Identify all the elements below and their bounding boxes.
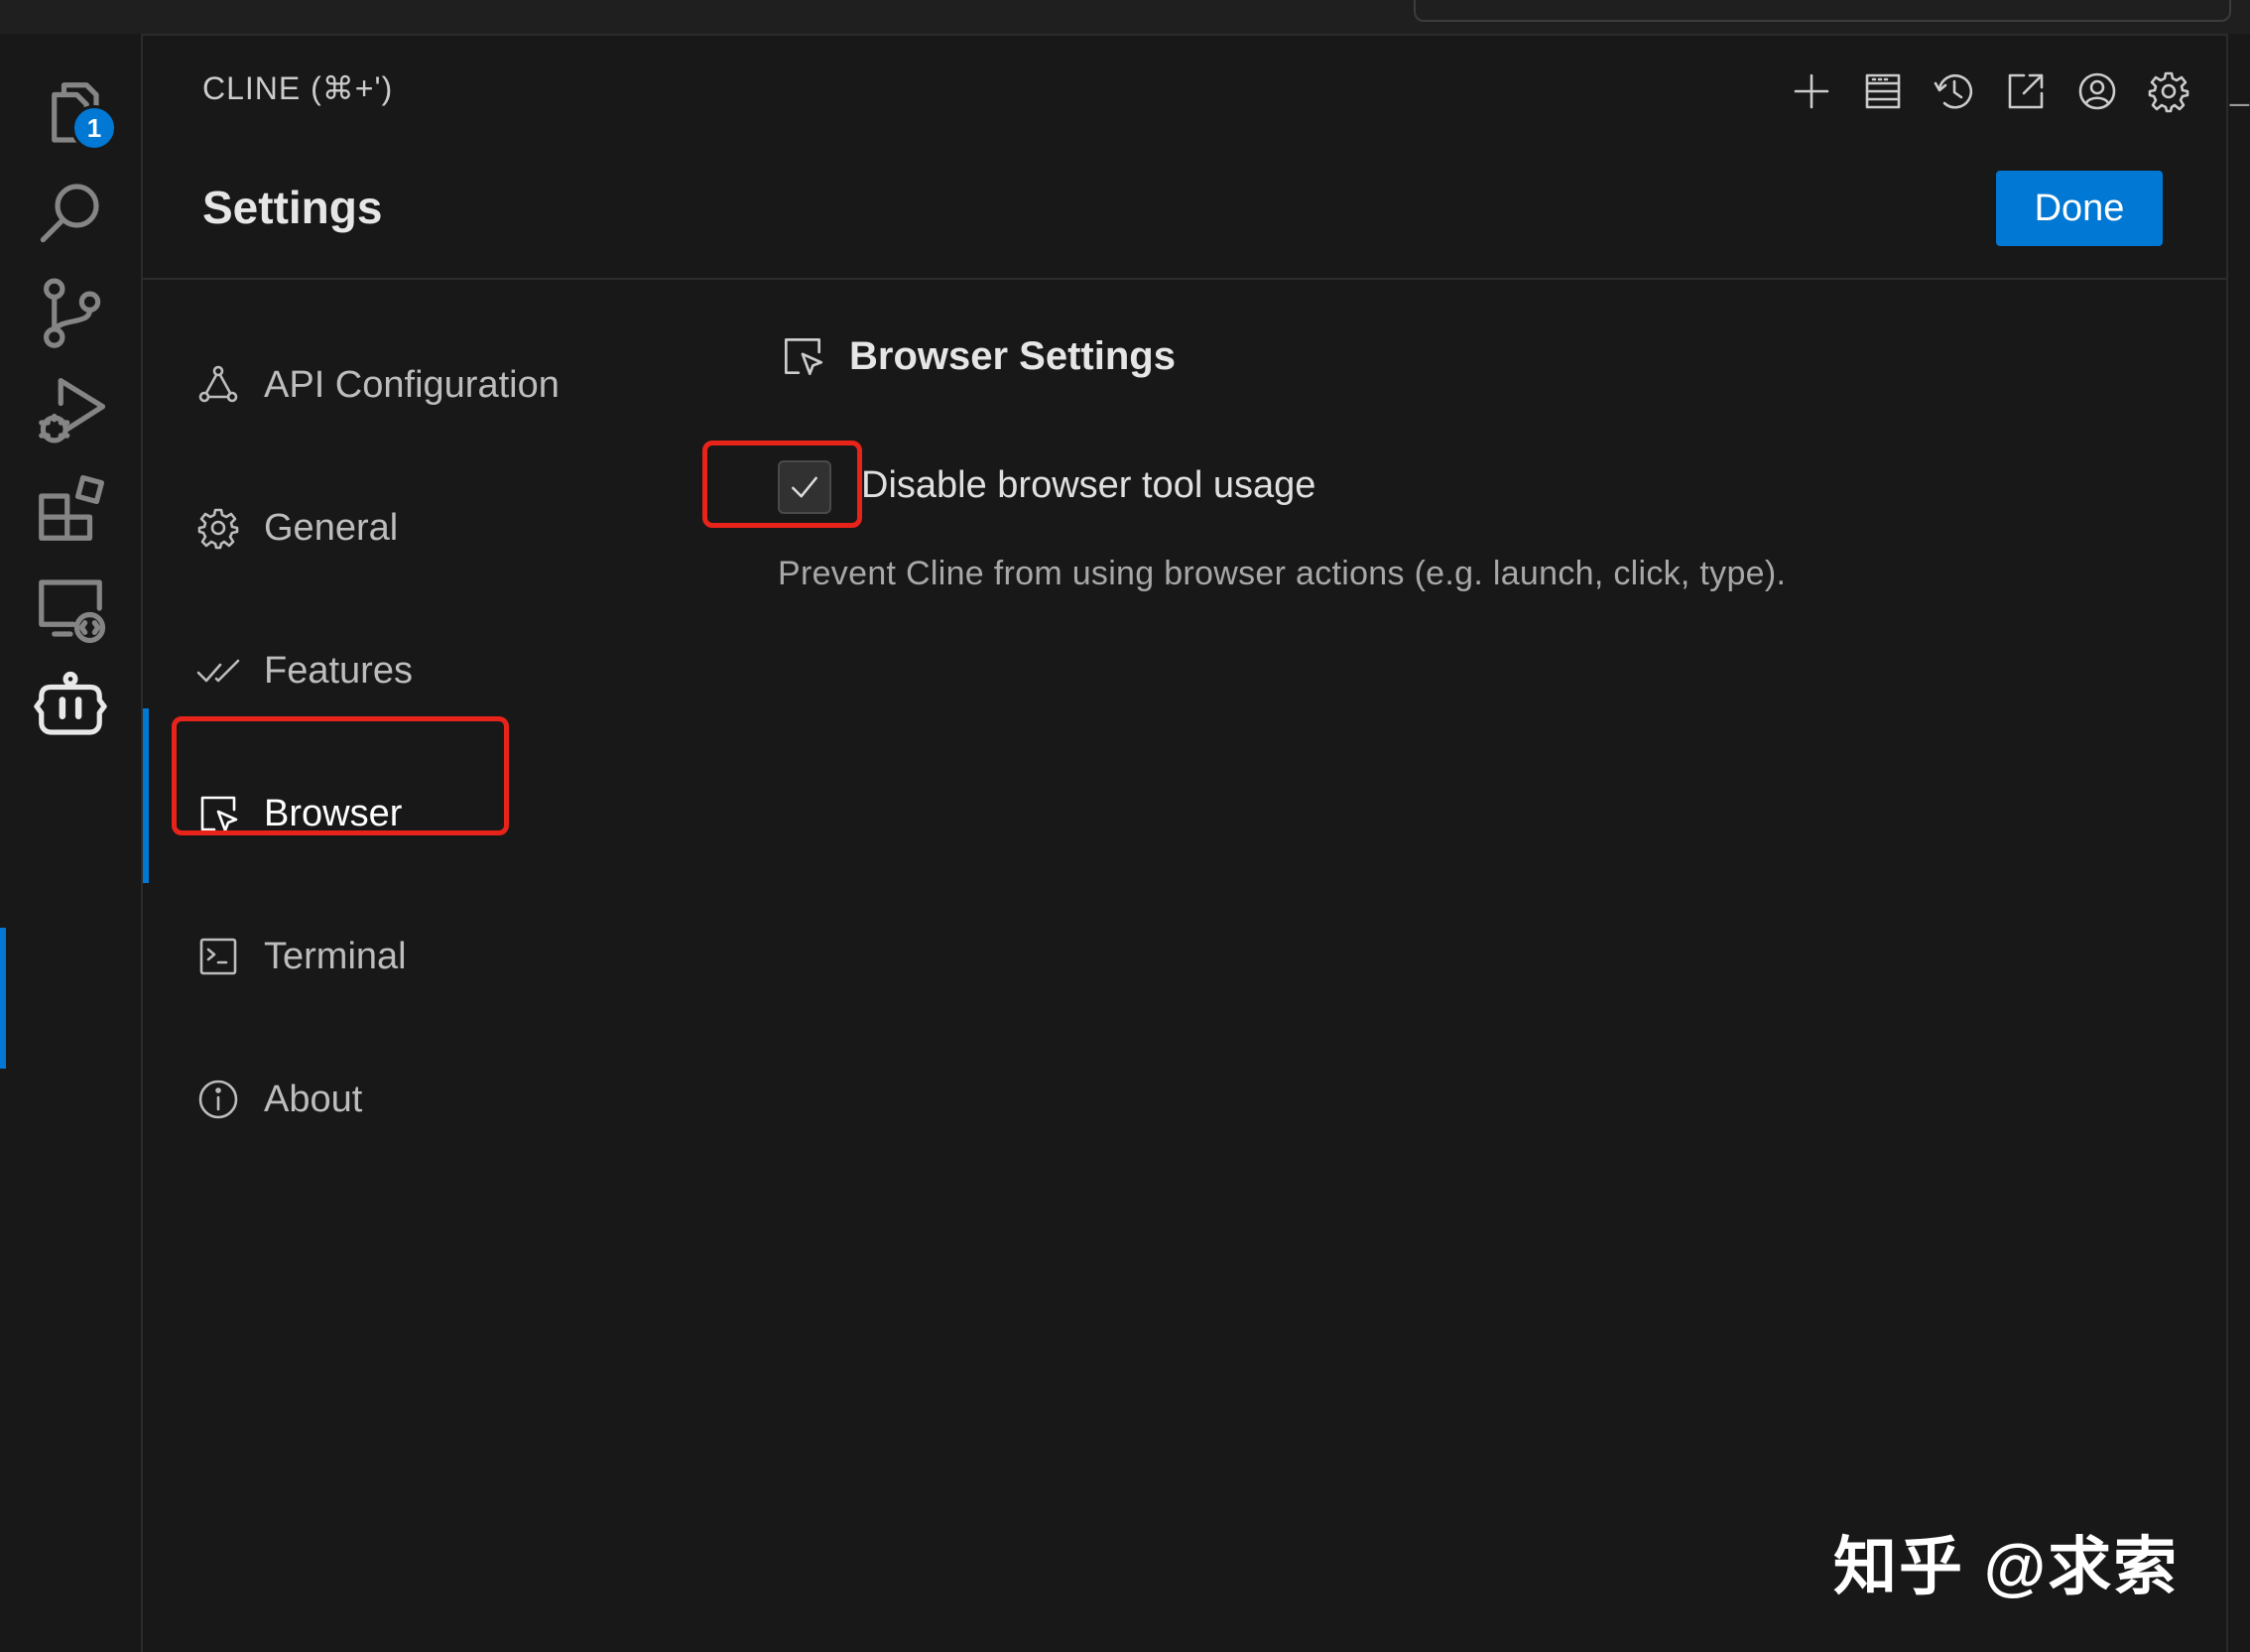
remote-explorer-icon bbox=[39, 579, 106, 644]
checkbox-description: Prevent Cline from using browser actions… bbox=[778, 554, 1787, 592]
cline-button[interactable] bbox=[26, 662, 115, 751]
nav-item-label: General bbox=[264, 506, 399, 549]
gear-icon bbox=[197, 508, 239, 550]
command-center[interactable] bbox=[1414, 0, 2231, 22]
cline-panel: CLINE (⌘+') Settings Done API Configurat… bbox=[143, 34, 2226, 1652]
history-button[interactable] bbox=[1927, 64, 1982, 119]
settings-title: Settings bbox=[202, 182, 383, 233]
nav-item-label: Features bbox=[264, 649, 413, 692]
nav-item-label: Terminal bbox=[264, 935, 407, 977]
browser-settings-heading: Browser Settings bbox=[778, 331, 1176, 381]
nav-item-about[interactable]: About bbox=[194, 1064, 362, 1135]
nav-item-label: About bbox=[264, 1078, 363, 1120]
section-title: Browser Settings bbox=[849, 333, 1176, 378]
active-view-indicator bbox=[0, 928, 6, 1069]
disable-browser-checkbox[interactable] bbox=[778, 460, 831, 514]
panel-toolbar bbox=[1784, 64, 2196, 119]
explorer-badge: 1 bbox=[71, 105, 117, 151]
source-control-button[interactable] bbox=[26, 267, 115, 356]
activity-bar: 1 bbox=[0, 34, 143, 1652]
panel-title: CLINE (⌘+') bbox=[202, 70, 394, 106]
nav-item-terminal[interactable]: Terminal bbox=[194, 921, 407, 992]
popout-button[interactable] bbox=[1998, 64, 2054, 119]
mcp-servers-button[interactable] bbox=[1855, 64, 1911, 119]
source-control-icon bbox=[44, 278, 101, 348]
checkbox-label[interactable]: Disable browser tool usage bbox=[861, 460, 1315, 510]
mcp-servers-icon bbox=[1865, 73, 1901, 109]
cline-robot-icon bbox=[34, 671, 107, 735]
extensions-icon bbox=[39, 474, 105, 541]
popout-icon bbox=[2008, 73, 2044, 109]
search-button[interactable] bbox=[26, 168, 115, 257]
terminal-icon bbox=[199, 938, 237, 975]
nav-item-general[interactable]: General bbox=[194, 492, 398, 564]
nav-active-indicator bbox=[143, 708, 149, 883]
explorer-button[interactable]: 1 bbox=[26, 69, 117, 159]
account-icon bbox=[2078, 72, 2116, 110]
extensions-button[interactable] bbox=[26, 464, 115, 554]
browser-icon bbox=[784, 337, 823, 376]
nav-item-api-configuration[interactable]: API Configuration bbox=[194, 349, 560, 421]
settings-button[interactable] bbox=[2141, 64, 2196, 119]
history-icon bbox=[1934, 73, 1973, 109]
done-button[interactable]: Done bbox=[1996, 171, 2163, 246]
account-button[interactable] bbox=[2069, 64, 2125, 119]
api-icon bbox=[198, 365, 238, 403]
info-icon bbox=[198, 1080, 238, 1119]
right-edge-panel bbox=[2226, 34, 2250, 1652]
nav-item-label: API Configuration bbox=[264, 363, 560, 406]
search-icon bbox=[40, 184, 99, 243]
watermark: 知乎 @求索 bbox=[1833, 1531, 2180, 1602]
checkmark-icon bbox=[792, 476, 817, 498]
browser-highlight-box bbox=[172, 716, 509, 835]
new-task-button[interactable] bbox=[1784, 64, 1839, 119]
edge-mark: _i bbox=[2230, 69, 2250, 107]
check-check-icon bbox=[196, 659, 240, 683]
plus-icon bbox=[1794, 73, 1829, 109]
remote-explorer-button[interactable] bbox=[26, 564, 115, 653]
nav-item-features[interactable]: Features bbox=[194, 635, 413, 706]
run-debug-button[interactable] bbox=[26, 365, 115, 454]
settings-gear-icon bbox=[2148, 71, 2189, 113]
run-debug-icon bbox=[39, 378, 106, 444]
header-divider bbox=[143, 278, 2226, 280]
top-strip bbox=[0, 0, 2250, 36]
